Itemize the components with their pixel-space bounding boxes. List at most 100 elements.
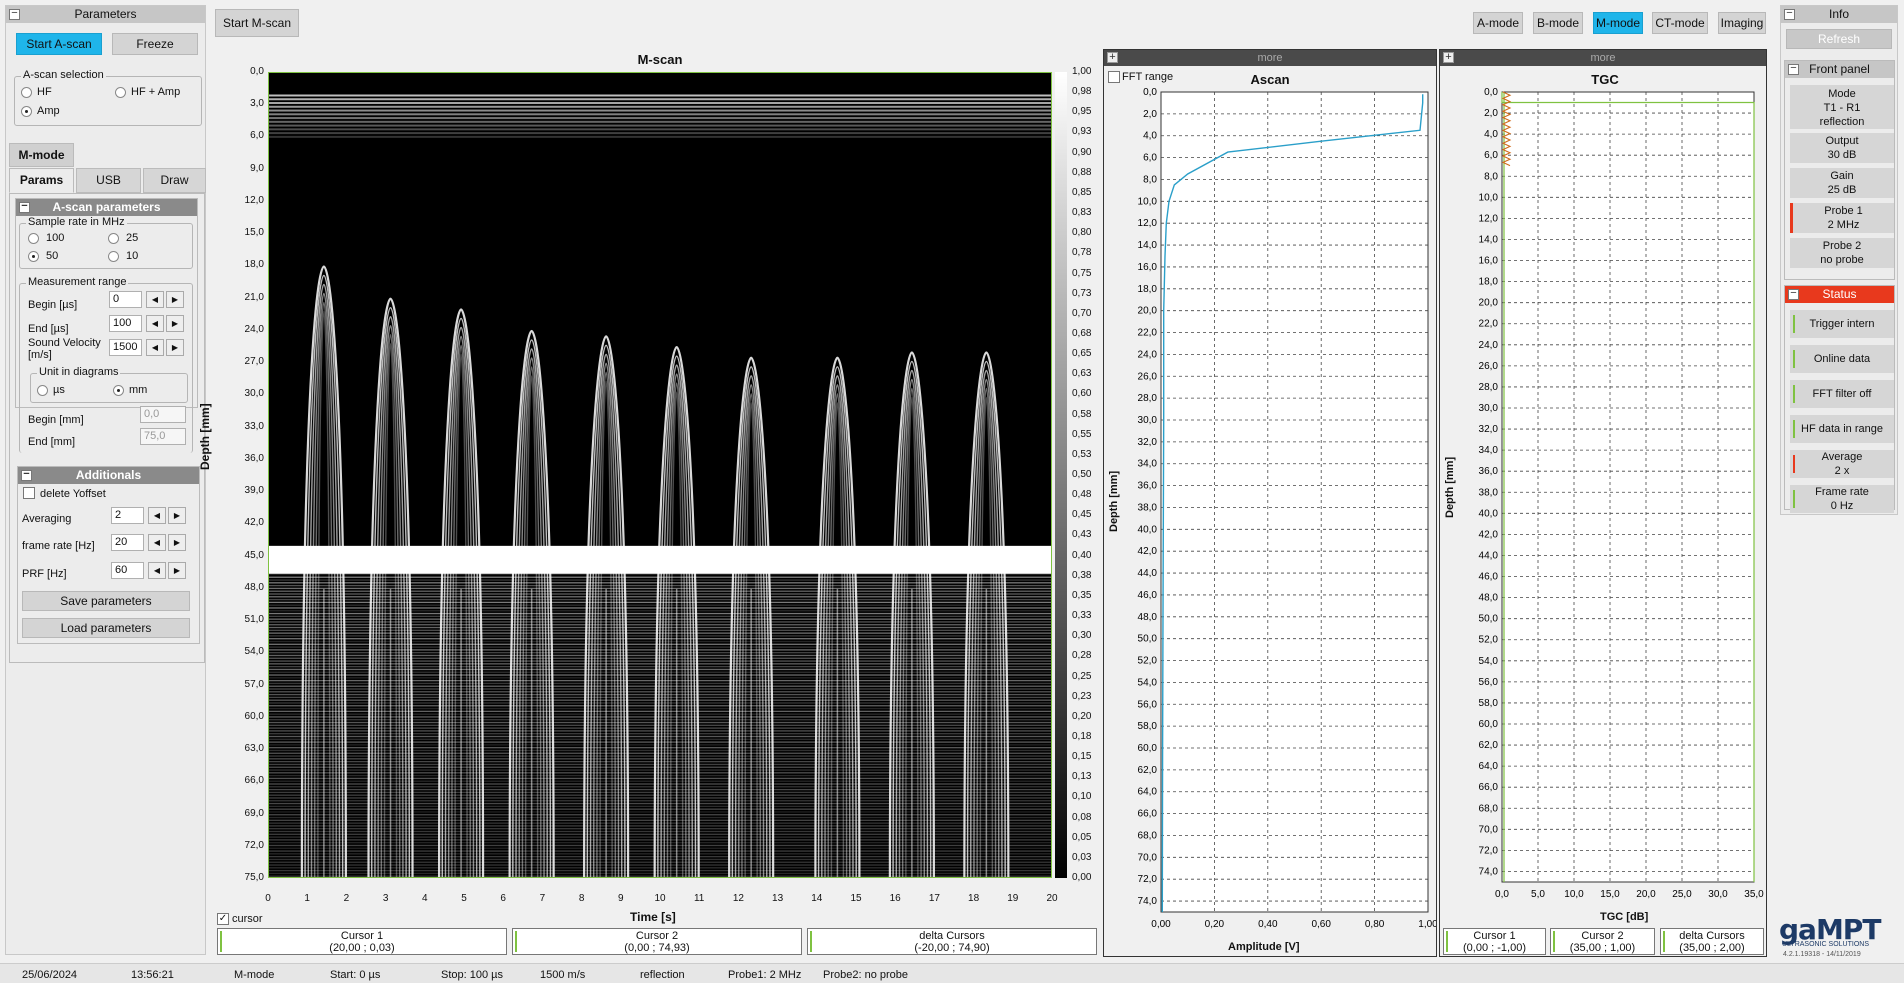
colorbar-tick: 0,65: [1072, 348, 1092, 360]
start-ascan-button[interactable]: Start A-scan: [16, 33, 102, 55]
delete-yoffset-checkbox[interactable]: [23, 487, 35, 499]
tab-usb[interactable]: USB: [76, 168, 141, 193]
mscan-heatmap-svg: [269, 94, 1051, 877]
depth-tick: 12,0: [1479, 213, 1499, 224]
sound-velocity-input[interactable]: 1500: [109, 339, 142, 356]
colorbar-tick: 0,53: [1072, 448, 1092, 460]
mode-button-b-mode[interactable]: B-mode: [1533, 12, 1583, 34]
end-us-input[interactable]: 100: [109, 315, 142, 332]
prf-decrement[interactable]: ◀: [148, 562, 166, 579]
sound-velocity-decrement[interactable]: ◀: [146, 339, 164, 356]
depth-tick: 28,0: [1479, 382, 1499, 393]
expand-icon[interactable]: +: [1443, 52, 1454, 63]
radio-hf[interactable]: [21, 87, 32, 98]
depth-tick: 68,0: [1138, 830, 1158, 841]
depth-tick: 40,0: [1479, 508, 1499, 519]
ascan-more-bar[interactable]: + more: [1104, 50, 1436, 66]
sound-velocity-increment[interactable]: ▶: [166, 339, 184, 356]
depth-tick: 74,0: [1138, 896, 1158, 907]
radio-10[interactable]: [108, 251, 119, 262]
ascan-xlabel: Amplitude [V]: [1228, 941, 1300, 953]
begin-us-input[interactable]: 0: [109, 291, 142, 308]
tgc-more-bar[interactable]: + more: [1440, 50, 1766, 66]
end-us-increment[interactable]: ▶: [166, 315, 184, 332]
tgc-plot[interactable]: 0,0 2,0 4,0 6,0 8,0 10,0 12,0 14,0 16,0 18,0 20,0 2…: [1440, 80, 1766, 950]
mode-button-a-mode[interactable]: A-mode: [1473, 12, 1523, 34]
depth-tick: 38,0: [1138, 502, 1158, 513]
mscan-image[interactable]: [268, 72, 1052, 878]
averaging-input[interactable]: 2: [111, 507, 144, 524]
radio-25[interactable]: [108, 233, 119, 244]
mode-info: Mode T1 - R1 reflection: [1790, 85, 1894, 129]
start-mscan-button[interactable]: Start M-scan: [215, 9, 299, 37]
radio-100[interactable]: [28, 233, 39, 244]
mscan-y-tick: 6,0: [250, 130, 264, 142]
depth-tick: 20,0: [1138, 306, 1158, 317]
radio-50[interactable]: [28, 251, 39, 262]
radio-unit-mm[interactable]: [113, 385, 124, 396]
colorbar-tick: 0,18: [1072, 730, 1092, 742]
cursor-value: (35,00 ; 2,00): [1679, 942, 1745, 954]
begin-us-increment[interactable]: ▶: [166, 291, 184, 308]
begin-us-decrement[interactable]: ◀: [146, 291, 164, 308]
collapse-icon[interactable]: −: [1788, 288, 1799, 300]
refresh-button[interactable]: Refresh: [1786, 29, 1892, 49]
prf-increment[interactable]: ▶: [168, 562, 186, 579]
collapse-icon[interactable]: −: [19, 201, 30, 213]
collapse-icon[interactable]: −: [1788, 63, 1799, 75]
depth-tick: 56,0: [1138, 699, 1158, 710]
radio-unit-us[interactable]: [37, 385, 48, 396]
colorbar-tick: 0,85: [1072, 186, 1092, 198]
status-online: Online data: [1790, 345, 1894, 373]
parameters-header: − Parameters: [6, 6, 205, 23]
averaging-decrement[interactable]: ◀: [148, 507, 166, 524]
frame-rate-increment[interactable]: ▶: [168, 534, 186, 551]
save-parameters-button[interactable]: Save parameters: [22, 591, 190, 611]
parameters-panel: − Parameters Start A-scan Freeze A-scan s…: [5, 5, 206, 955]
averaging-increment[interactable]: ▶: [168, 507, 186, 524]
depth-tick: 32,0: [1138, 437, 1158, 448]
mscan-cursor-1: Cursor 1 (20,00 ; 0,03): [217, 928, 507, 955]
load-parameters-button[interactable]: Load parameters: [22, 618, 190, 638]
collapse-icon[interactable]: −: [9, 8, 20, 20]
frame-rate-input[interactable]: 20: [111, 534, 144, 551]
expand-icon[interactable]: +: [1107, 52, 1118, 63]
mode-button-ct-mode[interactable]: CT-mode: [1652, 12, 1708, 34]
cursor-checkbox[interactable]: ✓: [217, 913, 229, 925]
mscan-y-tick: 54,0: [244, 646, 264, 658]
colorbar-tick: 0,35: [1072, 589, 1092, 601]
depth-tick: 8,0: [1484, 171, 1498, 182]
freeze-button[interactable]: Freeze: [112, 33, 198, 55]
colorbar-tick: 0,15: [1072, 751, 1092, 763]
tab-mode[interactable]: M-mode: [9, 143, 74, 167]
sample-rate-group: Sample rate in MHz 100 25 50 10: [19, 216, 193, 269]
mscan-xlabel: Time [s]: [630, 910, 676, 924]
depth-tick: 68,0: [1479, 803, 1499, 814]
frame-rate-decrement[interactable]: ◀: [148, 534, 166, 551]
mode-button-m-mode[interactable]: M-mode: [1593, 12, 1643, 34]
end-us-decrement[interactable]: ◀: [146, 315, 164, 332]
collapse-icon[interactable]: −: [21, 469, 32, 481]
mscan-cursor-2: Cursor 2 (0,00 ; 74,93): [512, 928, 802, 955]
gain-info: Gain 25 dB: [1790, 168, 1894, 198]
mscan-y-tick: 0,0: [250, 66, 264, 77]
depth-tick: 40,0: [1138, 524, 1158, 535]
collapse-icon[interactable]: −: [1784, 8, 1795, 20]
tab-draw[interactable]: Draw: [143, 168, 206, 193]
colorbar-tick: 0,25: [1072, 670, 1092, 682]
prf-input[interactable]: 60: [111, 562, 144, 579]
colorbar-tick: 0,40: [1072, 549, 1092, 561]
tab-params[interactable]: Params: [9, 168, 74, 193]
radio-hf-amp[interactable]: [115, 87, 126, 98]
depth-tick: 70,0: [1479, 824, 1499, 835]
output-info: Output 30 dB: [1790, 133, 1894, 163]
mscan-y-tick: 45,0: [244, 549, 264, 561]
colorbar-tick: 0,80: [1072, 227, 1092, 239]
mode-button-imaging[interactable]: Imaging: [1718, 12, 1766, 34]
radio-amp[interactable]: [21, 106, 32, 117]
ascan-params-header: − A-scan parameters: [16, 199, 197, 216]
ascan-plot[interactable]: 0,0 2,0 4,0 6,0 8,0 10,0 12,0 14,0 16,0 18,0 20,0 2…: [1104, 80, 1436, 950]
cursor-name: Cursor 2: [1581, 930, 1624, 942]
tgc-cursor-1: Cursor 1 (0,00 ; -1,00): [1443, 928, 1546, 955]
mscan-y-tick: 72,0: [244, 839, 264, 851]
